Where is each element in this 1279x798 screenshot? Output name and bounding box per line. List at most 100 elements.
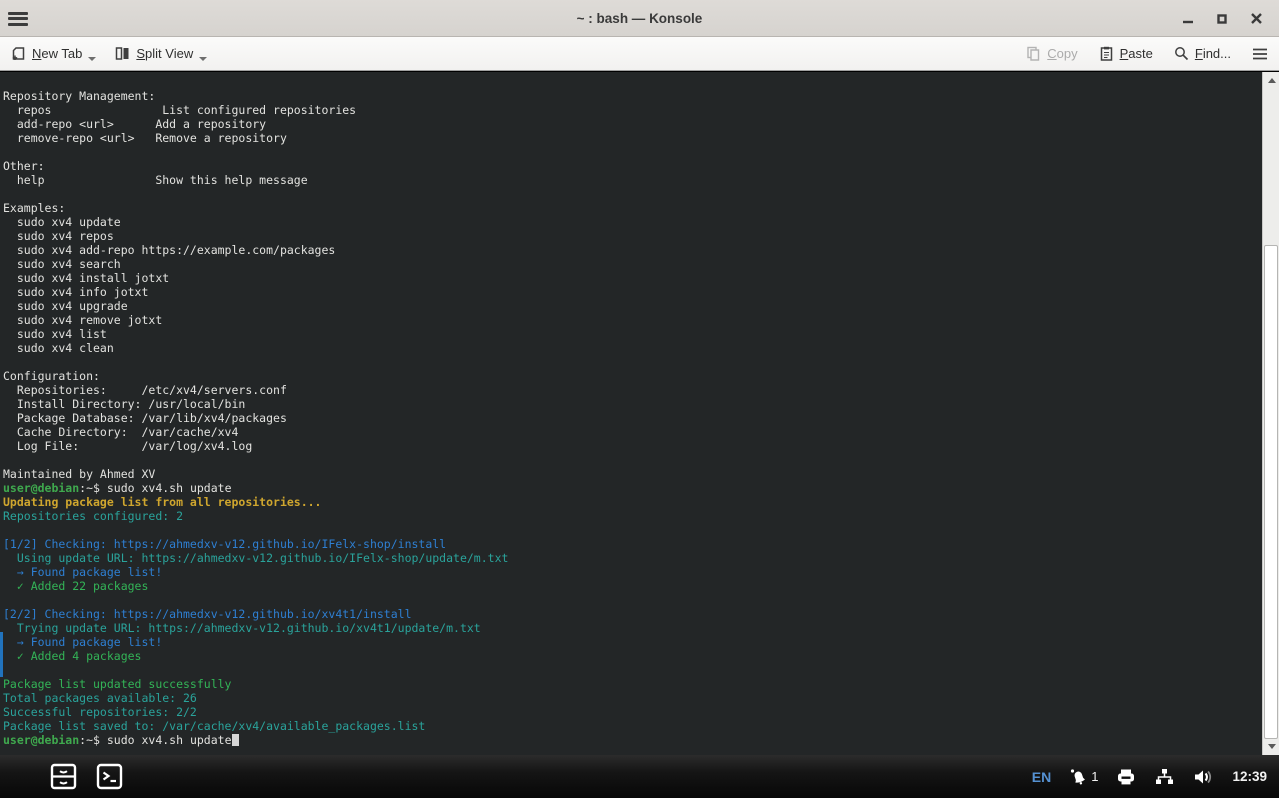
- network-icon[interactable]: [1154, 767, 1175, 787]
- printer-icon[interactable]: [1115, 767, 1137, 787]
- terminal-line: Total packages available: 26: [3, 691, 1259, 705]
- toolbar-left-group: New Tab Split View: [10, 45, 207, 62]
- copy-button[interactable]: Copy: [1025, 45, 1077, 62]
- scrollbar[interactable]: [1262, 72, 1279, 755]
- new-tab-button[interactable]: New Tab: [10, 45, 96, 62]
- terminal-line: Updating package list from all repositor…: [3, 495, 1259, 509]
- scroll-up-arrow[interactable]: [1263, 74, 1279, 87]
- close-button[interactable]: [1239, 4, 1273, 34]
- terminal-output[interactable]: Repository Management: repos List config…: [3, 89, 1259, 747]
- search-icon: [1173, 45, 1190, 62]
- terminal-text: → Found package list!: [3, 565, 162, 579]
- terminal-text: Using update URL: https://ahmedxv-v12.gi…: [3, 551, 508, 565]
- terminal-text: Repositories configured: 2: [3, 509, 183, 523]
- titlebar: ~ : bash — Konsole: [0, 0, 1279, 37]
- maximize-button[interactable]: [1205, 4, 1239, 34]
- terminal-text: [2/2] Checking: https://ahmedxv-v12.gith…: [3, 607, 412, 621]
- terminal-text: [1/2] Checking: https://ahmedxv-v12.gith…: [3, 537, 446, 551]
- terminal-line: Package list updated successfully: [3, 677, 1259, 691]
- terminal-line: Cache Directory: /var/cache/xv4: [3, 425, 1259, 439]
- toolbar: New Tab Split View Copy: [0, 37, 1279, 71]
- terminal-line: Log File: /var/log/xv4.log: [3, 439, 1259, 453]
- split-view-icon: [114, 45, 131, 62]
- scroll-down-arrow[interactable]: [1263, 740, 1279, 753]
- notifications-item[interactable]: 1: [1068, 766, 1098, 787]
- terminal-line: [3, 187, 1259, 201]
- terminal-text: Trying update URL: https://ahmedxv-v12.g…: [3, 621, 481, 635]
- terminal-line: help Show this help message: [3, 173, 1259, 187]
- terminal-area[interactable]: Repository Management: repos List config…: [0, 72, 1279, 755]
- file-manager-icon[interactable]: [48, 762, 78, 792]
- terminal-line: [3, 355, 1259, 369]
- terminal-line: sudo xv4 add-repo https://example.com/pa…: [3, 243, 1259, 257]
- terminal-line: sudo xv4 upgrade: [3, 299, 1259, 313]
- terminal-text: ✓ Added 4 packages: [3, 649, 141, 663]
- scroll-indicator: [0, 632, 3, 677]
- taskbar: EN 1 12:39: [0, 755, 1279, 798]
- keyboard-layout-indicator[interactable]: EN: [1032, 769, 1051, 785]
- split-view-button[interactable]: Split View: [114, 45, 207, 62]
- terminal-line: ✓ Added 22 packages: [3, 579, 1259, 593]
- terminal-text: sudo xv4 update: [3, 215, 121, 229]
- hamburger-icon: [1251, 46, 1269, 62]
- copy-label: Copy: [1047, 46, 1077, 62]
- terminal-text: Examples:: [3, 201, 65, 215]
- scrollbar-thumb[interactable]: [1264, 245, 1278, 739]
- terminal-text: user@debian: [3, 481, 79, 495]
- terminal-text: Successful repositories: 2/2: [3, 705, 197, 719]
- window-title: ~ : bash — Konsole: [0, 11, 1279, 26]
- terminal-line: repos List configured repositories: [3, 103, 1259, 117]
- clock[interactable]: 12:39: [1232, 769, 1267, 784]
- terminal-line: Maintained by Ahmed XV: [3, 467, 1259, 481]
- find-button[interactable]: Find...: [1173, 45, 1231, 62]
- terminal-text: Install Directory: /usr/local/bin: [3, 397, 245, 411]
- minimize-icon: [1182, 13, 1194, 25]
- terminal-text: sudo xv4 remove jotxt: [3, 313, 162, 327]
- taskbar-launchers: [0, 762, 124, 792]
- terminal-text: sudo xv4 upgrade: [3, 299, 128, 313]
- terminal-text: :~$ sudo xv4.sh update: [79, 733, 231, 747]
- terminal-text: help Show this help message: [3, 173, 308, 187]
- system-tray: EN 1 12:39: [1032, 766, 1279, 787]
- split-view-dropdown-caret[interactable]: [199, 57, 207, 61]
- terminal-line: [3, 523, 1259, 537]
- titlebar-menu-icon[interactable]: [8, 9, 28, 27]
- terminal-line: Repositories: /etc/xv4/servers.conf: [3, 383, 1259, 397]
- terminal-text: sudo xv4 search: [3, 257, 121, 271]
- terminal-line: sudo xv4 install jotxt: [3, 271, 1259, 285]
- terminal-line: user@debian:~$ sudo xv4.sh update: [3, 481, 1259, 495]
- terminal-text: user@debian: [3, 733, 79, 747]
- notification-count: 1: [1091, 769, 1098, 784]
- toolbar-menu-button[interactable]: [1251, 46, 1269, 62]
- terminal-text: Total packages available: 26: [3, 691, 197, 705]
- terminal-line: sudo xv4 search: [3, 257, 1259, 271]
- terminal-text: Repositories: /etc/xv4/servers.conf: [3, 383, 287, 397]
- terminal-text: Package Database: /var/lib/xv4/packages: [3, 411, 287, 425]
- terminal-line: sudo xv4 remove jotxt: [3, 313, 1259, 327]
- volume-icon[interactable]: [1192, 767, 1215, 787]
- terminal-line: sudo xv4 clean: [3, 341, 1259, 355]
- terminal-line: [3, 453, 1259, 467]
- terminal-text: Other:: [3, 159, 45, 173]
- terminal-text: Repository Management:: [3, 89, 155, 103]
- terminal-text: :~$ sudo xv4.sh update: [79, 481, 231, 495]
- paste-button[interactable]: Paste: [1098, 45, 1153, 62]
- new-tab-dropdown-caret[interactable]: [88, 57, 96, 61]
- terminal-text: ✓ Added 22 packages: [3, 579, 148, 593]
- close-icon: [1250, 12, 1263, 25]
- terminal-text: sudo xv4 list: [3, 327, 107, 341]
- terminal-line: add-repo <url> Add a repository: [3, 117, 1259, 131]
- paste-label: Paste: [1120, 46, 1153, 62]
- terminal-line: user@debian:~$ sudo xv4.sh update: [3, 733, 1259, 747]
- paste-icon: [1098, 45, 1115, 62]
- terminal-launcher-icon[interactable]: [94, 762, 124, 792]
- minimize-button[interactable]: [1171, 4, 1205, 34]
- split-view-label: Split View: [136, 46, 193, 62]
- terminal-line: sudo xv4 list: [3, 327, 1259, 341]
- terminal-line: sudo xv4 info jotxt: [3, 285, 1259, 299]
- terminal-line: Install Directory: /usr/local/bin: [3, 397, 1259, 411]
- terminal-line: [3, 593, 1259, 607]
- find-label: Find...: [1195, 46, 1231, 62]
- terminal-text: → Found package list!: [3, 635, 162, 649]
- terminal-line: → Found package list!: [3, 635, 1259, 649]
